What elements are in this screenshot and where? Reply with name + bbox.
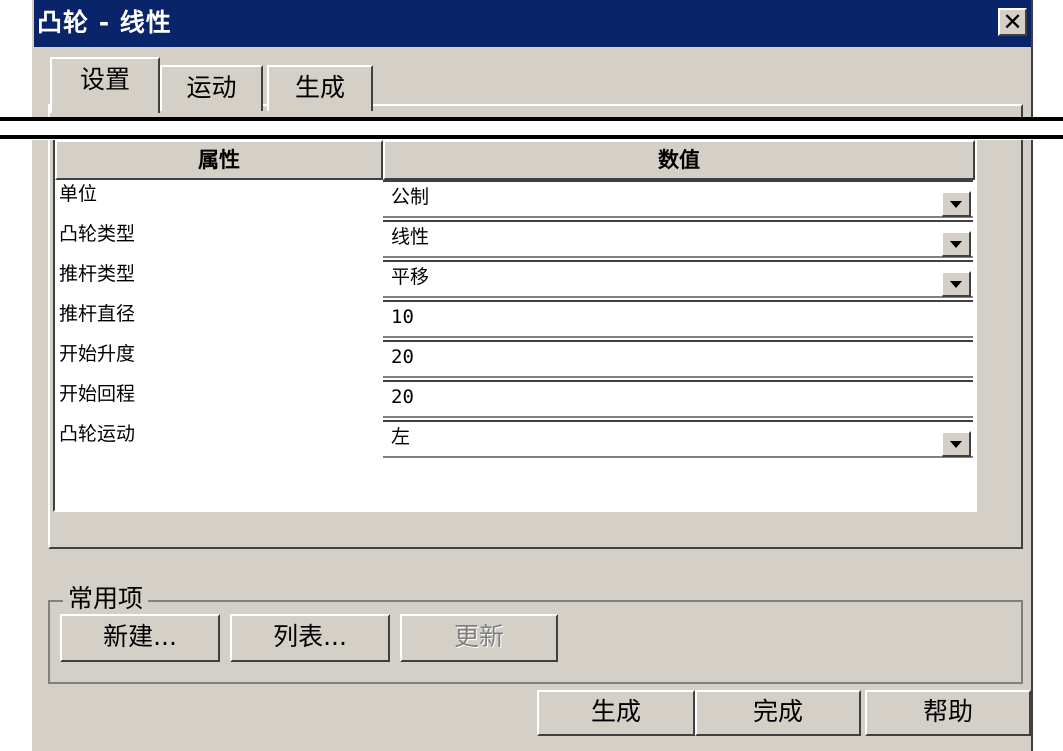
dropdown-button[interactable] bbox=[941, 231, 971, 257]
help-button[interactable]: 帮助 bbox=[865, 690, 1031, 736]
start-rise-input[interactable]: 20 bbox=[383, 340, 973, 378]
header-value[interactable]: 数值 bbox=[383, 140, 975, 180]
property-label: 单位 bbox=[59, 183, 98, 205]
dropdown-button[interactable] bbox=[941, 431, 971, 457]
chevron-down-icon bbox=[950, 200, 962, 208]
grid-row-start-return[interactable]: 开始回程 20 bbox=[55, 380, 975, 420]
grid-row-follower-diameter[interactable]: 推杆直径 10 bbox=[55, 300, 975, 340]
tab-generate[interactable]: 生成 bbox=[267, 65, 373, 111]
cam-motion-select[interactable]: 左 bbox=[383, 420, 973, 458]
follower-type-select[interactable]: 平移 bbox=[383, 260, 973, 298]
follower-diameter-input[interactable]: 10 bbox=[383, 300, 973, 338]
grid-row-cam-motion[interactable]: 凸轮运动 左 bbox=[55, 420, 975, 460]
cam-type-select[interactable]: 线性 bbox=[383, 220, 973, 258]
property-grid: 属性 数值 单位 公制 凸轮类型 线性 推杆类型 平移 推杆直径 10 开始升度… bbox=[53, 140, 977, 512]
value-text: 平移 bbox=[391, 266, 430, 288]
common-group-label: 常用项 bbox=[63, 584, 149, 614]
title-bar[interactable]: 凸轮 - 线性 ✕ bbox=[34, 0, 1031, 47]
unit-select[interactable]: 公制 bbox=[383, 180, 973, 218]
dropdown-button[interactable] bbox=[941, 191, 971, 217]
value-text: 左 bbox=[391, 426, 411, 448]
property-label: 开始升度 bbox=[59, 343, 136, 365]
tab-settings[interactable]: 设置 bbox=[50, 57, 160, 113]
value-text: 线性 bbox=[391, 226, 430, 248]
start-return-input[interactable]: 20 bbox=[383, 380, 973, 418]
header-property[interactable]: 属性 bbox=[55, 140, 383, 180]
chevron-down-icon bbox=[950, 440, 962, 448]
window-title: 凸轮 - 线性 bbox=[37, 8, 172, 37]
overlay-line-top bbox=[0, 117, 1063, 121]
list-button[interactable]: 列表... bbox=[230, 614, 390, 662]
property-label: 开始回程 bbox=[59, 383, 136, 405]
property-label: 凸轮类型 bbox=[59, 223, 136, 245]
grid-row-start-rise[interactable]: 开始升度 20 bbox=[55, 340, 975, 380]
grid-row-unit[interactable]: 单位 公制 bbox=[55, 180, 975, 220]
done-button[interactable]: 完成 bbox=[695, 690, 861, 736]
value-text: 公制 bbox=[391, 186, 430, 208]
chevron-down-icon bbox=[950, 240, 962, 248]
property-label: 推杆类型 bbox=[59, 263, 136, 285]
close-icon: ✕ bbox=[1002, 8, 1023, 36]
property-label: 推杆直径 bbox=[59, 303, 136, 325]
tab-motion[interactable]: 运动 bbox=[160, 65, 263, 111]
chevron-down-icon bbox=[950, 280, 962, 288]
dropdown-button[interactable] bbox=[941, 271, 971, 297]
update-button[interactable]: 更新 bbox=[400, 614, 558, 662]
grid-row-follower-type[interactable]: 推杆类型 平移 bbox=[55, 260, 975, 300]
property-label: 凸轮运动 bbox=[59, 423, 136, 445]
close-button[interactable]: ✕ bbox=[998, 8, 1027, 36]
grid-row-cam-type[interactable]: 凸轮类型 线性 bbox=[55, 220, 975, 260]
new-button[interactable]: 新建... bbox=[60, 614, 220, 662]
generate-button[interactable]: 生成 bbox=[537, 690, 695, 736]
overlay-line-bottom bbox=[0, 135, 1063, 139]
